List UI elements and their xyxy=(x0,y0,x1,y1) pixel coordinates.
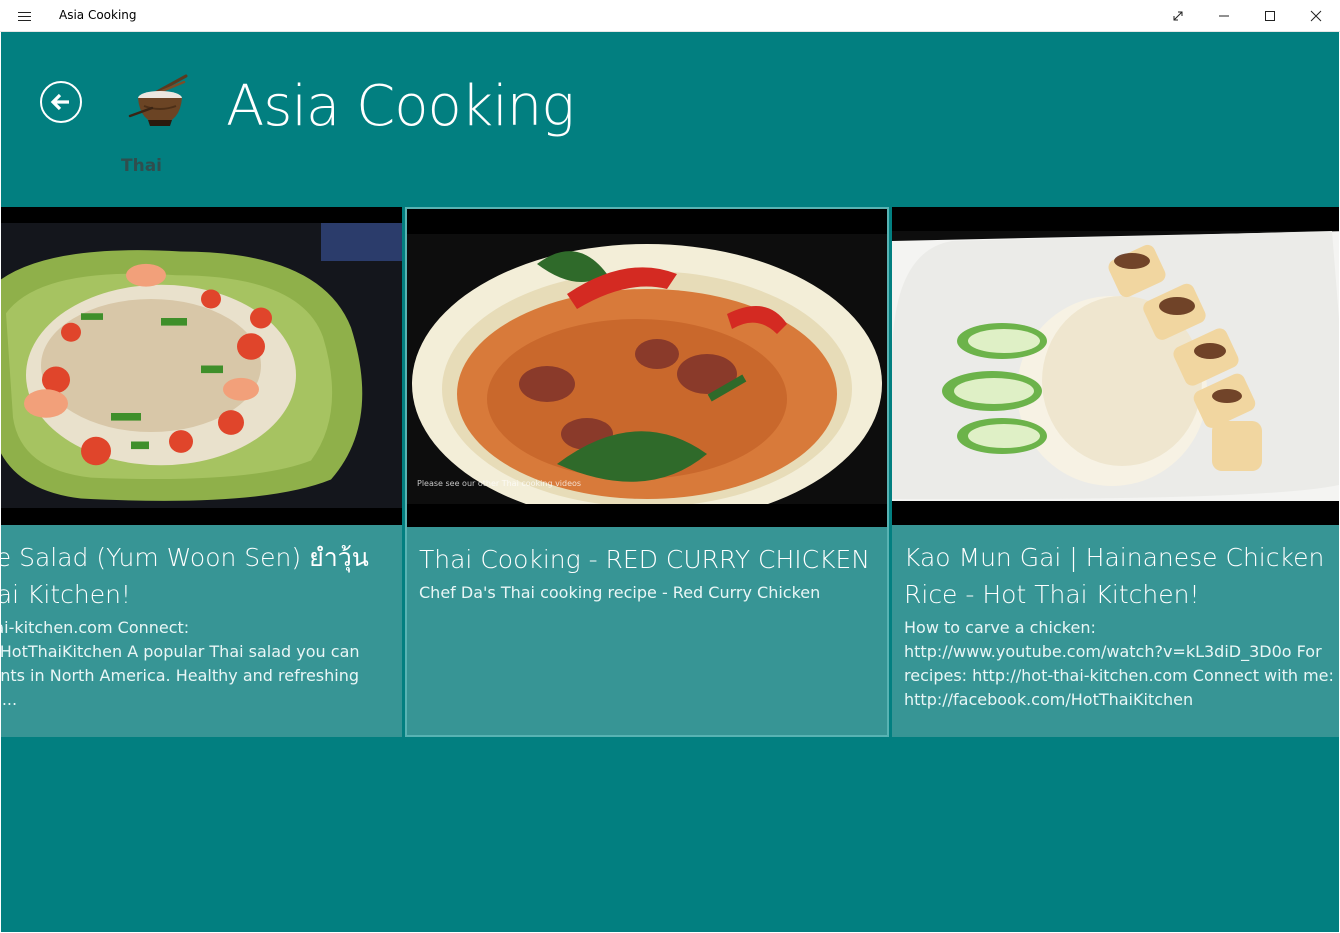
video-title: Glass Noodle Salad (Yum Woon Sen) ยำวุ้น… xyxy=(1,543,369,609)
app-content: Asia Cooking Thai e Salad (Yum Woon Sen)… xyxy=(1,32,1339,932)
video-card-glass-noodle-salad[interactable]: Glass Noodle Salad (Yum Woon Sen) ยำวุ้น… xyxy=(1,207,402,737)
video-description: Chef Da's Thai cooking recipe - Red Curr… xyxy=(419,583,821,602)
video-title: Thai Cooking - RED CURRY CHICKEN xyxy=(419,545,871,574)
minimize-icon[interactable] xyxy=(1201,0,1247,32)
fullscreen-icon[interactable] xyxy=(1155,0,1201,32)
maximize-icon[interactable] xyxy=(1247,0,1293,32)
video-title: Kao Mun Gai | Hainanese Chicken Rice - H… xyxy=(904,543,1325,609)
chicken-rice-image xyxy=(892,207,1339,525)
back-arrow-icon xyxy=(50,93,69,111)
video-card-chicken-rice[interactable]: Kao Mun Gai | Hainanese Chicken Rice - H… xyxy=(892,207,1339,737)
red-curry-chicken-image: Please see our other Thai cooking videos xyxy=(407,209,887,527)
video-card-info: Kao Mun Gai | Hainanese Chicken Rice - H… xyxy=(892,525,1339,737)
video-card-red-curry-chicken[interactable]: Please see our other Thai cooking videos… xyxy=(405,207,889,737)
video-card-info: Glass Noodle Salad (Yum Woon Sen) ยำวุ้น… xyxy=(1,525,402,737)
glass-noodle-salad-image xyxy=(1,207,402,525)
video-description: Recipe: http://hot-thai-kitchen.com Conn… xyxy=(1,618,360,709)
hamburger-icon[interactable] xyxy=(8,0,40,32)
thumbnail-caption: Please see our other Thai cooking videos xyxy=(417,479,581,488)
cooking-bowl-icon xyxy=(126,72,190,132)
title-bar: Asia Cooking xyxy=(0,0,1340,32)
window-title: Asia Cooking xyxy=(59,8,137,22)
category-label: Thai xyxy=(121,156,162,176)
video-card-info: Thai Cooking - RED CURRY CHICKEN Chef Da… xyxy=(407,527,887,735)
page-title: Asia Cooking xyxy=(226,74,575,139)
video-description: How to carve a chicken: http://www.youtu… xyxy=(904,618,1334,709)
close-icon[interactable] xyxy=(1293,0,1339,32)
back-button[interactable] xyxy=(40,81,82,123)
